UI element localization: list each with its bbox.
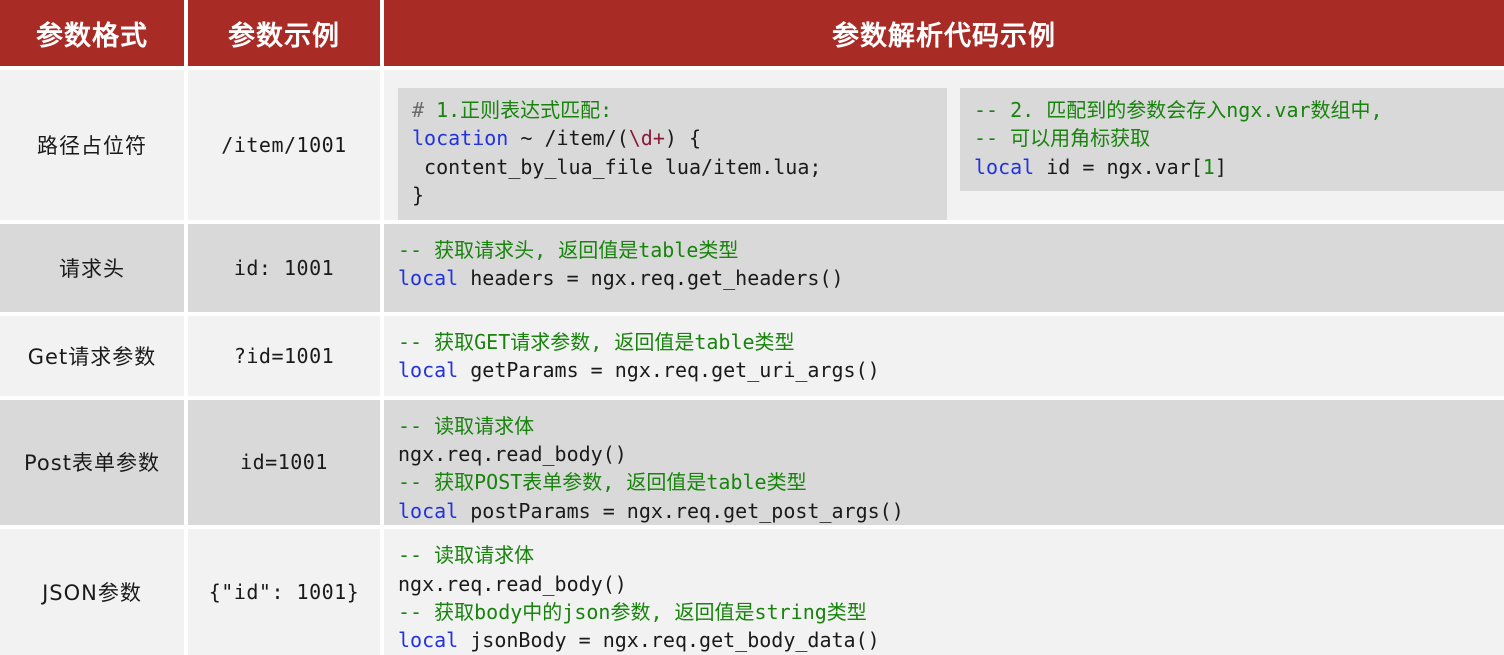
code-keyword: local bbox=[398, 357, 459, 382]
cell-format: JSON参数 bbox=[0, 529, 184, 655]
table-body: 路径占位符 /item/1001 # 1.正则表达式匹配: location ~… bbox=[0, 66, 1504, 655]
code-block-get-uri-args: -- 获取GET请求参数, 返回值是table类型 local getParam… bbox=[398, 328, 880, 385]
code-keyword: local bbox=[398, 265, 459, 290]
example-value: {"id": 1001} bbox=[208, 579, 360, 604]
cell-format: Post表单参数 bbox=[0, 399, 184, 526]
header-cell-format: 参数格式 bbox=[0, 0, 184, 66]
code-container: -- 获取GET请求参数, 返回值是table类型 local getParam… bbox=[384, 316, 1504, 396]
format-label: Get请求参数 bbox=[27, 344, 157, 369]
example-value: id: 1001 bbox=[233, 255, 335, 280]
code-keyword: local bbox=[398, 628, 459, 653]
format-label: 请求头 bbox=[59, 256, 125, 281]
cell-code: # 1.正则表达式匹配: location ~ /item/(\d+) { co… bbox=[384, 70, 1504, 220]
code-comment: -- 获取GET请求参数, 返回值是table类型 bbox=[398, 329, 795, 354]
code-container: -- 获取请求头, 返回值是table类型 local headers = ng… bbox=[384, 224, 1504, 312]
code-comment: -- 获取body中的json参数, 返回值是string类型 bbox=[398, 599, 867, 624]
code-container: -- 读取请求体 ngx.req.read_body() -- 获取body中的… bbox=[384, 529, 1504, 655]
cell-example: id: 1001 bbox=[188, 223, 380, 312]
cell-code: -- 读取请求体 ngx.req.read_body() -- 获取body中的… bbox=[384, 529, 1504, 655]
code-text: getParams = ngx.req.get_uri_args() bbox=[458, 357, 880, 382]
cell-format: 路径占位符 bbox=[0, 70, 184, 220]
parameter-parsing-table: 参数格式 参数示例 参数解析代码示例 路径占位符 /item/1001 # 1.… bbox=[0, 0, 1504, 655]
code-block-get-headers: -- 获取请求头, 返回值是table类型 local headers = ng… bbox=[398, 236, 844, 293]
header-cell-example: 参数示例 bbox=[188, 0, 380, 66]
code-text: ] bbox=[1214, 154, 1227, 179]
cell-example: ?id=1001 bbox=[188, 315, 380, 396]
code-comment: -- 2. 匹配到的参数会存入ngx.var数组中, bbox=[974, 98, 1383, 122]
example-value: ?id=1001 bbox=[233, 343, 335, 368]
code-block-get-post-args: -- 读取请求体 ngx.req.read_body() -- 获取POST表单… bbox=[398, 412, 904, 526]
code-comment: -- 可以用角标获取 bbox=[974, 126, 1151, 151]
code-block-ngx-var: -- 2. 匹配到的参数会存入ngx.var数组中, -- 可以用角标获取 lo… bbox=[960, 88, 1504, 192]
code-comment: -- 读取请求体 bbox=[398, 543, 535, 568]
format-label: Post表单参数 bbox=[24, 451, 160, 476]
code-keyword: local bbox=[974, 154, 1035, 179]
code-keyword: location bbox=[412, 126, 509, 151]
code-comment: -- 读取请求体 bbox=[398, 413, 535, 438]
code-hash-token: # bbox=[412, 98, 437, 122]
code-text: headers = ngx.req.get_headers() bbox=[458, 265, 844, 290]
code-text: ngx.req.read_body() bbox=[398, 571, 627, 596]
code-text: content_by_lua_file lua/item.lua; bbox=[412, 154, 822, 179]
code-text: id = ngx.var[ bbox=[1034, 154, 1203, 179]
code-comment: 1.正则表达式匹配: bbox=[436, 98, 613, 122]
table-row: Get请求参数 ?id=1001 -- 获取GET请求参数, 返回值是table… bbox=[0, 315, 1504, 396]
example-value: id=1001 bbox=[240, 450, 328, 475]
cell-format: 请求头 bbox=[0, 223, 184, 312]
cell-code: -- 获取GET请求参数, 返回值是table类型 local getParam… bbox=[384, 315, 1504, 396]
table-row: Post表单参数 id=1001 -- 读取请求体 ngx.req.read_b… bbox=[0, 399, 1504, 526]
code-container: -- 读取请求体 ngx.req.read_body() -- 获取POST表单… bbox=[384, 400, 1504, 526]
code-escape: \d+ bbox=[628, 126, 665, 151]
format-label: 路径占位符 bbox=[37, 133, 147, 158]
code-text: } bbox=[412, 183, 425, 208]
code-text: ) { bbox=[664, 126, 701, 151]
code-text: ~ /item/( bbox=[508, 126, 629, 151]
cell-format: Get请求参数 bbox=[0, 315, 184, 396]
code-text: ngx.req.read_body() bbox=[398, 441, 627, 466]
cell-example: /item/1001 bbox=[188, 70, 380, 220]
code-block-regex-location: # 1.正则表达式匹配: location ~ /item/(\d+) { co… bbox=[398, 88, 947, 220]
code-text: postParams = ngx.req.get_post_args() bbox=[458, 498, 904, 523]
code-number: 1 bbox=[1202, 154, 1215, 179]
cell-code: -- 获取请求头, 返回值是table类型 local headers = ng… bbox=[384, 223, 1504, 312]
code-text: jsonBody = ngx.req.get_body_data() bbox=[458, 628, 880, 653]
code-block-get-body-data: -- 读取请求体 ngx.req.read_body() -- 获取body中的… bbox=[398, 541, 880, 655]
table-row: 路径占位符 /item/1001 # 1.正则表达式匹配: location ~… bbox=[0, 70, 1504, 220]
example-value: /item/1001 bbox=[221, 132, 347, 157]
table-header-row: 参数格式 参数示例 参数解析代码示例 bbox=[0, 0, 1504, 66]
code-keyword: local bbox=[398, 498, 459, 523]
cell-code: -- 读取请求体 ngx.req.read_body() -- 获取POST表单… bbox=[384, 399, 1504, 526]
cell-example: id=1001 bbox=[188, 399, 380, 526]
cell-example: {"id": 1001} bbox=[188, 529, 380, 655]
table-row: 请求头 id: 1001 -- 获取请求头, 返回值是table类型 local… bbox=[0, 223, 1504, 312]
format-label: JSON参数 bbox=[42, 580, 142, 605]
code-comment: -- 获取POST表单参数, 返回值是table类型 bbox=[398, 470, 807, 495]
code-split-container: # 1.正则表达式匹配: location ~ /item/(\d+) { co… bbox=[384, 70, 1504, 220]
code-comment: -- 获取请求头, 返回值是table类型 bbox=[398, 237, 739, 262]
header-cell-code: 参数解析代码示例 bbox=[384, 0, 1504, 66]
table-row: JSON参数 {"id": 1001} -- 读取请求体 ngx.req.rea… bbox=[0, 529, 1504, 655]
